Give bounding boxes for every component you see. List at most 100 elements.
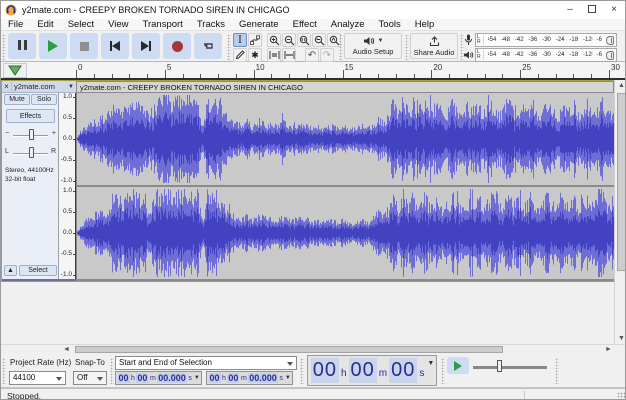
toolbar-grip[interactable] — [339, 34, 343, 60]
scroll-up-icon[interactable]: ▲ — [615, 82, 625, 89]
pan-slider[interactable]: L R — [5, 147, 56, 160]
project-rate-label: Project Rate (Hz) — [10, 358, 72, 367]
ruler-tick — [324, 74, 326, 78]
selection-toolbar: Project Rate (Hz) 44100 Snap-To Off Star… — [1, 354, 625, 388]
menu-item-select[interactable]: Select — [61, 19, 101, 30]
selection-tool-button[interactable]: I — [233, 33, 247, 47]
track-name[interactable]: y2mate.com — [12, 82, 68, 91]
play-at-speed-button[interactable] — [447, 357, 469, 374]
maximize-button[interactable] — [581, 1, 603, 17]
zoom-in-button[interactable] — [267, 33, 281, 47]
skip-to-end-button[interactable] — [132, 33, 160, 59]
timefield-dropdown-icon[interactable]: ▼ — [194, 375, 200, 381]
snap-to-combo[interactable]: Off — [73, 371, 107, 385]
selection-end-field[interactable]: 00 h 00 m 00.000 s ▼ — [206, 371, 293, 385]
redo-button[interactable]: ↷ — [320, 48, 334, 62]
track-menu-icon[interactable]: ▼ — [68, 84, 76, 90]
pan-slider-thumb[interactable] — [28, 147, 34, 158]
playback-speed-slider[interactable] — [471, 359, 549, 373]
vertical-scrollbar[interactable]: ▲ ▼ — [614, 80, 625, 344]
vertical-scrollbar-thumb[interactable] — [617, 93, 625, 271]
envelope-tool-button[interactable] — [248, 33, 262, 47]
audio-position-display[interactable]: 00 h 00 m 00 s ▼ — [307, 355, 437, 386]
menu-item-view[interactable]: View — [101, 19, 135, 30]
toolbar-grip[interactable] — [555, 358, 559, 384]
toolbar-grip[interactable] — [227, 34, 231, 60]
zoom-selection-button[interactable] — [297, 33, 311, 47]
scroll-right-icon[interactable]: ► — [605, 345, 612, 354]
menu-item-generate[interactable]: Generate — [232, 19, 286, 30]
scroll-left-icon[interactable]: ◄ — [63, 345, 70, 354]
timefield-dropdown-icon[interactable]: ▼ — [427, 360, 434, 367]
track-header[interactable]: × y2mate.com ▼ — [2, 81, 76, 93]
menu-item-edit[interactable]: Edit — [30, 19, 60, 30]
scale-label: -0.5 — [60, 250, 72, 257]
minimize-button[interactable]: – — [559, 1, 581, 17]
zoom-fit-icon — [314, 35, 324, 45]
menu-item-tracks[interactable]: Tracks — [190, 19, 232, 30]
scroll-down-icon[interactable]: ▼ — [615, 335, 625, 342]
timefield-dropdown-icon[interactable]: ▼ — [285, 375, 291, 381]
solo-button[interactable]: Solo — [31, 94, 57, 105]
toolbar-grip[interactable] — [2, 358, 6, 384]
menu-item-transport[interactable]: Transport — [136, 19, 190, 30]
menu-item-file[interactable]: File — [1, 19, 30, 30]
menu-item-tools[interactable]: Tools — [372, 19, 408, 30]
record-button[interactable] — [163, 33, 191, 59]
scale-tick — [73, 160, 75, 161]
resize-grip[interactable] — [617, 392, 625, 399]
collapse-track-button[interactable]: ▲ — [4, 265, 17, 276]
ruler-tick — [413, 74, 415, 78]
effects-button[interactable]: Effects — [6, 109, 55, 123]
play-button[interactable] — [39, 33, 67, 59]
menu-item-help[interactable]: Help — [408, 19, 442, 30]
stop-button[interactable] — [70, 33, 98, 59]
toolbar-grip[interactable] — [441, 358, 445, 384]
close-button[interactable]: × — [603, 1, 625, 17]
toolbar-grip[interactable] — [405, 34, 409, 60]
loop-button[interactable] — [194, 33, 222, 59]
selection-start-field[interactable]: 00 h 00 m 00.000 s ▼ — [115, 371, 202, 385]
share-audio-button[interactable]: Share Audio — [410, 33, 458, 59]
speed-slider-thumb[interactable] — [497, 360, 502, 372]
silence-audio-button[interactable] — [282, 48, 296, 62]
toolbar-grip[interactable] — [110, 358, 114, 384]
multi-tool-button[interactable]: ✱ — [248, 48, 262, 62]
waveform-channel-left[interactable] — [77, 93, 614, 185]
horizontal-scrollbar[interactable]: ◄ ► — [1, 344, 625, 354]
status-separator — [524, 391, 525, 399]
pause-button[interactable] — [8, 33, 36, 59]
clip-title[interactable]: y2mate.com - CREEPY BROKEN TORNADO SIREN… — [77, 81, 614, 93]
menu-item-analyze[interactable]: Analyze — [324, 19, 372, 30]
gain-slider-thumb[interactable] — [28, 129, 34, 140]
pan-left-label: L — [5, 148, 9, 155]
zoom-out-button[interactable] — [282, 33, 296, 47]
toolbar-grip[interactable] — [2, 34, 6, 60]
playback-meter[interactable]: LR -54 -48 -42 -36 -30 -24 -18 -12 -6 — [475, 48, 617, 62]
audio-clip[interactable]: y2mate.com - CREEPY BROKEN TORNADO SIREN… — [76, 81, 614, 281]
loop-icon — [204, 43, 213, 49]
gain-slider[interactable]: − + — [5, 129, 56, 142]
audio-setup-button[interactable]: ▼ Audio Setup — [344, 33, 402, 59]
recording-meter[interactable]: LR -54 -48 -42 -36 -30 -24 -18 -12 -6 — [475, 33, 617, 47]
meter-scale-label: -24 — [555, 52, 565, 58]
selection-mode-combo[interactable]: Start and End of Selection — [115, 356, 297, 370]
skip-to-start-button[interactable] — [101, 33, 129, 59]
select-track-button[interactable]: Select — [19, 265, 57, 276]
waveform-channel-right[interactable] — [77, 187, 614, 279]
mute-button[interactable]: Mute — [4, 94, 30, 105]
scale-tick — [73, 212, 75, 213]
project-rate-combo[interactable]: 44100 — [9, 371, 66, 385]
menu-item-effect[interactable]: Effect — [286, 19, 324, 30]
ruler-tick — [306, 74, 308, 78]
track-close-icon[interactable]: × — [2, 82, 12, 91]
horizontal-scrollbar-thumb[interactable] — [75, 346, 503, 353]
undo-button[interactable]: ↶ — [305, 48, 319, 62]
meter-scale-label: -54 — [487, 37, 497, 43]
draw-tool-button[interactable] — [233, 48, 247, 62]
trim-audio-button[interactable] — [267, 48, 281, 62]
timeline-ruler[interactable]: 0 5 10 15 20 25 30 — [1, 62, 625, 80]
loop-region-button[interactable] — [3, 63, 27, 78]
toolbar-grip[interactable] — [300, 358, 304, 384]
zoom-fit-button[interactable] — [312, 33, 326, 47]
